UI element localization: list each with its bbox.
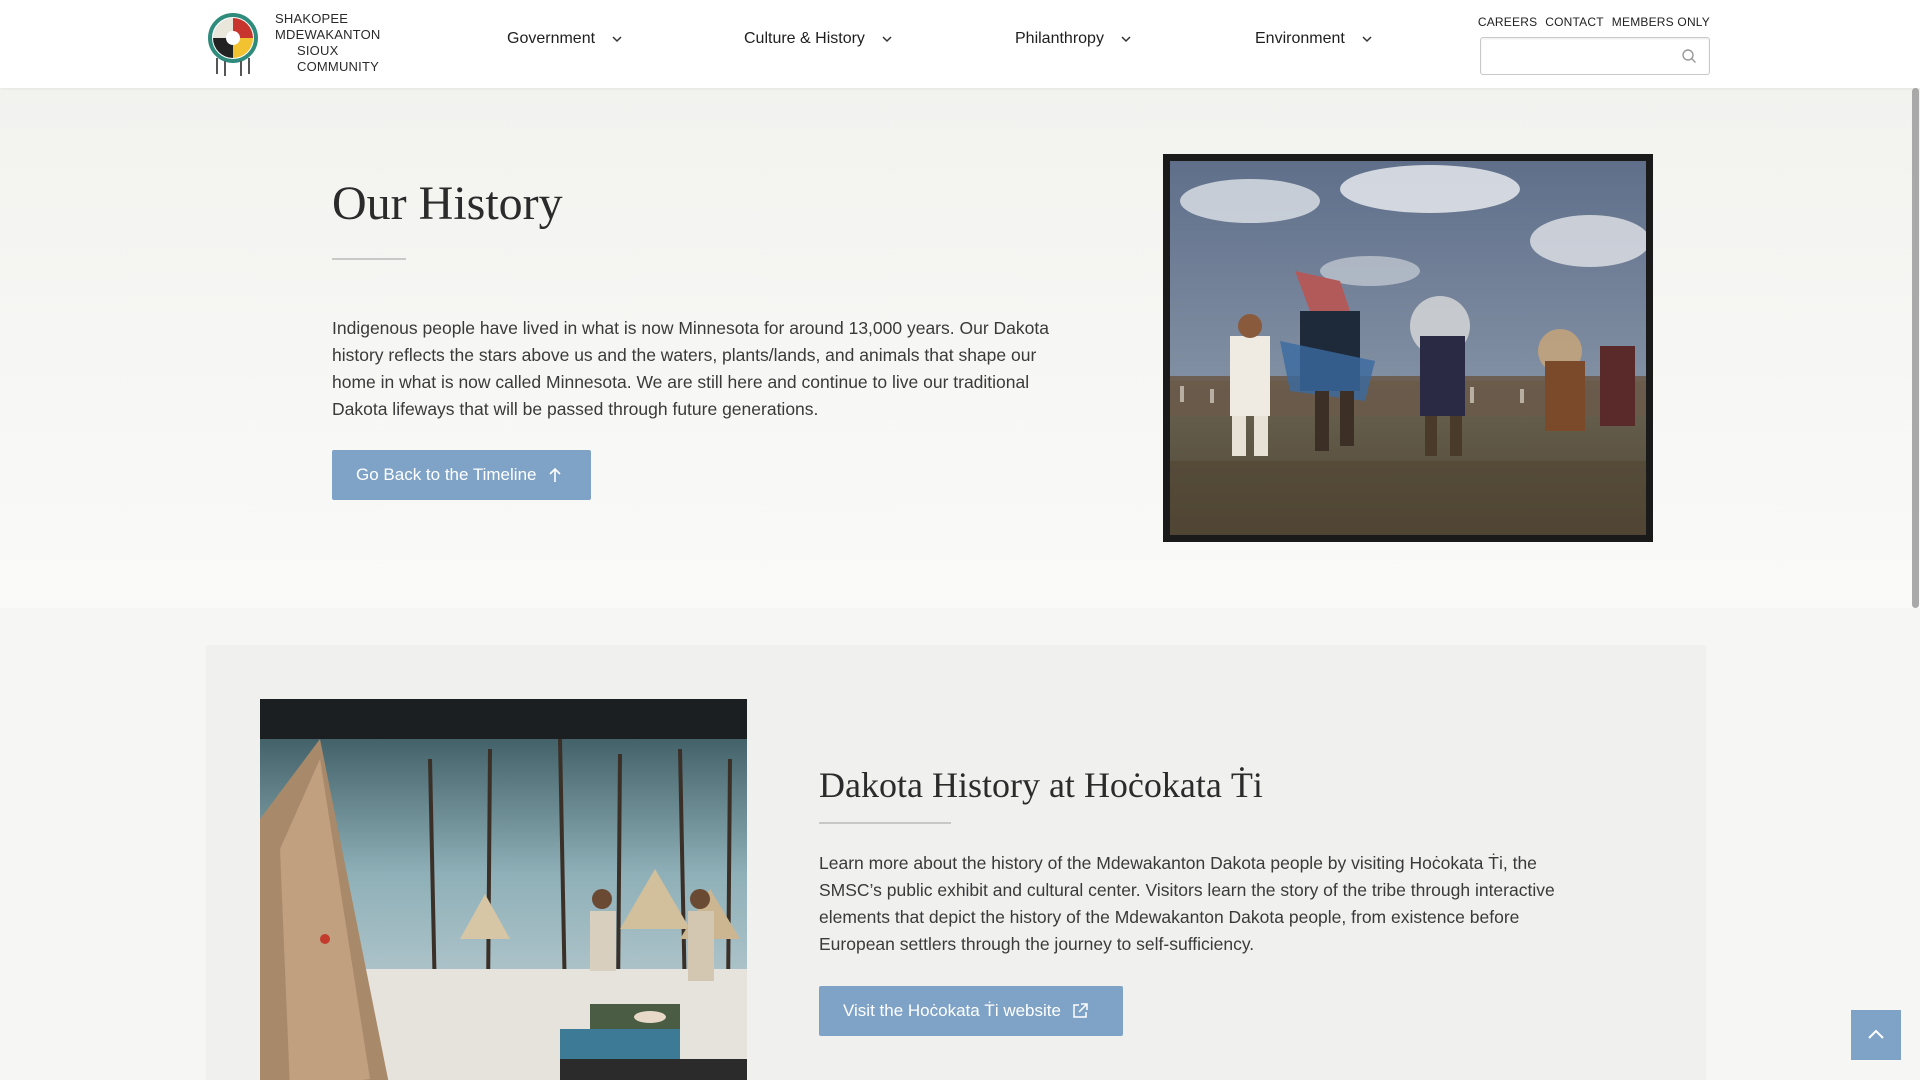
page-title: Our History: [332, 177, 563, 230]
nav-item-culture-history[interactable]: Culture & History: [744, 30, 893, 48]
nav-item-label: Philanthropy: [1015, 30, 1104, 47]
section-description: Learn more about the history of the Mdew…: [819, 853, 1555, 954]
chevron-down-icon: [612, 36, 622, 43]
logo-line-1: Shakopee Mdewakanton: [275, 11, 381, 42]
nav-item-label: Culture & History: [744, 30, 865, 47]
community-seal-icon: [207, 8, 263, 78]
nav-item-label: Government: [507, 30, 596, 47]
search-icon[interactable]: [1681, 48, 1697, 64]
nav-item-government[interactable]: Government: [507, 30, 623, 48]
powwow-photo-frame: [1163, 154, 1653, 542]
arrow-up-icon: [549, 467, 562, 482]
scrollbar-thumb[interactable]: [1912, 88, 1919, 608]
chevron-down-icon: [1121, 36, 1131, 43]
nav-item-environment[interactable]: Environment: [1255, 30, 1373, 48]
chevron-down-icon: [1362, 36, 1372, 43]
section-divider: [819, 822, 951, 824]
button-label: Go Back to the Timeline: [356, 465, 537, 484]
nav-item-label: Environment: [1255, 30, 1345, 47]
section-title: Dakota History at Hoċokata Ṫi: [819, 765, 1263, 805]
nav-item-philanthropy[interactable]: Philanthropy: [1015, 30, 1132, 48]
site-header: Shakopee Mdewakanton Sioux Community Gov…: [0, 0, 1920, 88]
back-to-timeline-button[interactable]: Go Back to the Timeline: [332, 450, 591, 500]
careers-link[interactable]: CAREERS: [1478, 15, 1537, 29]
external-link-icon: [1073, 1003, 1088, 1018]
logo-wordmark: Shakopee Mdewakanton Sioux Community: [275, 11, 417, 75]
page-scrollbar[interactable]: [1910, 88, 1920, 1080]
members-only-link[interactable]: MEMBERS ONLY: [1612, 15, 1710, 29]
chevron-up-icon: [1868, 1029, 1884, 1039]
site-logo[interactable]: Shakopee Mdewakanton Sioux Community: [207, 8, 417, 78]
hero-description: Indigenous people have lived in what is …: [332, 318, 1049, 419]
back-to-top-button[interactable]: [1851, 1010, 1901, 1060]
utility-nav: CAREERS CONTACT MEMBERS ONLY: [1478, 15, 1710, 29]
visit-hocokata-ti-button[interactable]: Visit the Hoċokata Ṫi website: [819, 986, 1123, 1036]
search-input[interactable]: [1481, 38, 1671, 74]
contact-link[interactable]: CONTACT: [1545, 15, 1604, 29]
museum-exhibit-photo: [260, 699, 747, 1080]
chevron-down-icon: [882, 36, 892, 43]
search-box: [1480, 37, 1710, 75]
powwow-dancers-photo: [1170, 161, 1646, 535]
logo-line-2: Sioux Community: [297, 43, 379, 74]
title-divider: [332, 258, 406, 260]
button-label: Visit the Hoċokata Ṫi website: [843, 1001, 1061, 1020]
